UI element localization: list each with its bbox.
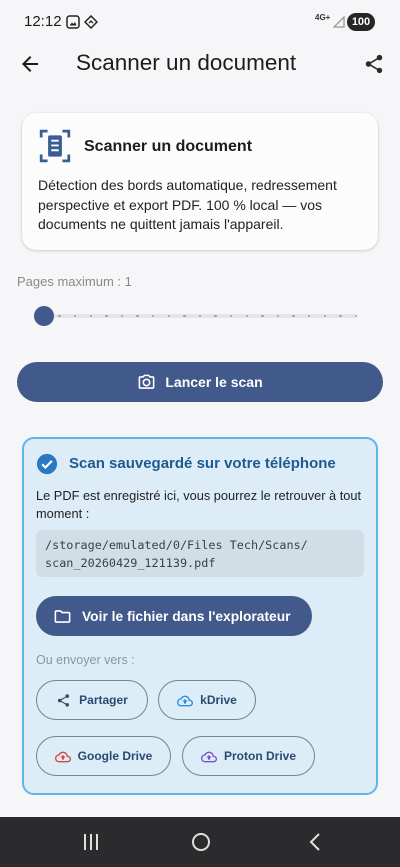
slider-tick [136, 314, 139, 318]
file-path-box: /storage/emulated/0/Files Tech/Scans/sca… [36, 530, 364, 577]
share-target-button[interactable]: Partager [36, 680, 148, 720]
gallery-icon [66, 15, 80, 29]
slider-tick [105, 314, 108, 318]
google-drive-target-label: Google Drive [77, 749, 153, 763]
document-scanner-icon [39, 129, 71, 163]
cloud-upload-icon [177, 693, 194, 708]
back-button[interactable] [16, 50, 44, 78]
file-path: /storage/emulated/0/Files Tech/Scans/sca… [45, 538, 308, 570]
folder-icon [53, 607, 72, 626]
arrow-back-icon [18, 52, 42, 76]
slider-thumb[interactable] [34, 306, 54, 326]
page-title: Scanner un document [76, 50, 297, 75]
intro-title: Scanner un document [84, 138, 253, 155]
home-icon[interactable] [190, 831, 212, 853]
system-nav-bar [0, 817, 400, 867]
kdrive-target-button[interactable]: kDrive [158, 680, 256, 720]
share-icon [363, 53, 385, 75]
result-title: Scan sauvegardé sur votre téléphone [69, 455, 336, 472]
slider-tick [354, 314, 358, 318]
camera-icon [137, 373, 156, 392]
intro-card: Scanner un document Détection des bords … [22, 113, 378, 250]
pages-max-label: Pages maximum : 1 [17, 274, 132, 289]
kdrive-target-label: kDrive [200, 693, 237, 707]
status-bar: 12:12 4G+ 100 [0, 0, 400, 42]
slider-tick [183, 314, 186, 318]
signal-icon [333, 16, 345, 28]
status-time: 12:12 [24, 13, 62, 30]
nav-back-icon[interactable] [305, 832, 325, 852]
cloud-upload-icon [200, 749, 217, 764]
slider-tick [339, 314, 342, 318]
share-button[interactable] [360, 50, 388, 78]
check-circle-icon [36, 453, 58, 475]
open-in-explorer-button[interactable]: Voir le fichier dans l'explorateur [36, 596, 312, 636]
slider-tick [214, 314, 217, 318]
share-icon [56, 693, 71, 708]
intro-description: Détection des bords automatique, redress… [38, 177, 337, 232]
diamond-icon [84, 15, 98, 29]
pages-slider[interactable] [24, 300, 376, 332]
slider-tick [261, 314, 264, 318]
slider-tick [58, 314, 61, 318]
send-to-label: Ou envoyer vers : [36, 653, 135, 667]
start-scan-label: Lancer le scan [165, 374, 263, 390]
share-target-label: Partager [79, 693, 128, 707]
result-message: Le PDF est enregistré ici, vous pourrez … [36, 488, 362, 521]
screen: 12:12 4G+ 100 Scanner un document Scanne… [0, 0, 400, 867]
slider-tick [292, 314, 295, 318]
cloud-upload-icon [54, 749, 71, 764]
proton-drive-target-button[interactable]: Proton Drive [182, 736, 315, 776]
proton-drive-target-label: Proton Drive [223, 749, 296, 763]
network-type: 4G+ [315, 13, 331, 22]
google-drive-target-button[interactable]: Google Drive [36, 736, 171, 776]
open-in-explorer-label: Voir le fichier dans l'explorateur [82, 608, 291, 624]
recents-icon[interactable] [81, 832, 101, 852]
battery-indicator: 100 [347, 13, 375, 31]
scan-result-card: Scan sauvegardé sur votre téléphone Le P… [22, 437, 378, 795]
start-scan-button[interactable]: Lancer le scan [17, 362, 383, 402]
